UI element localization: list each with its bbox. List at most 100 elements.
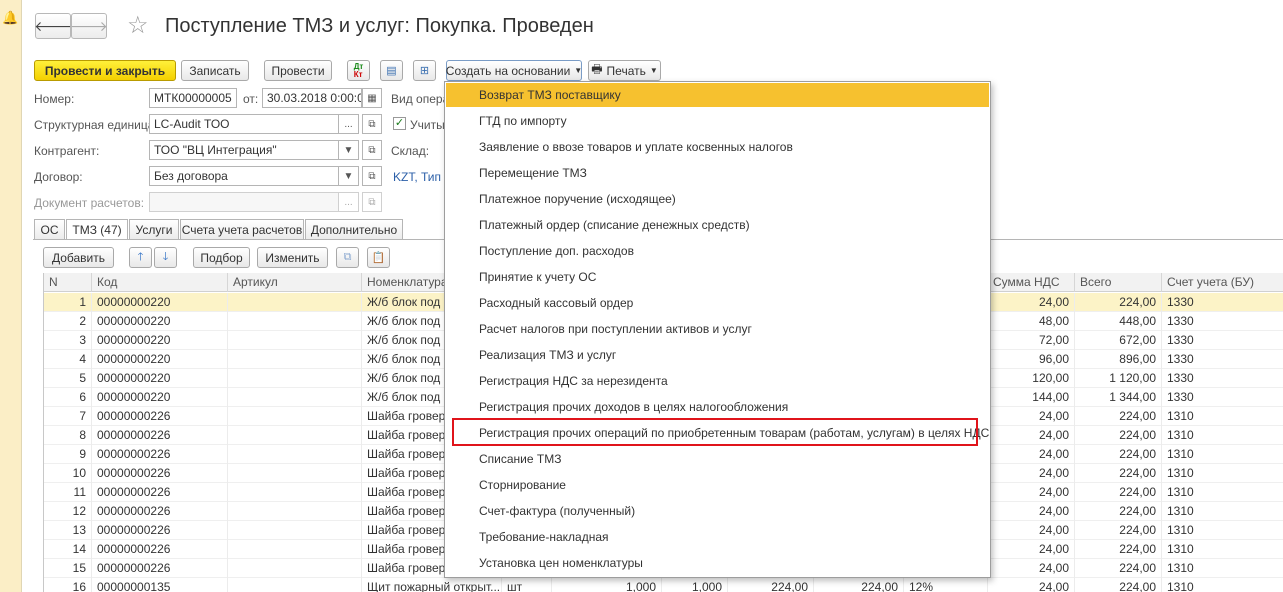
cell-qty2[interactable]: 1,000 — [662, 578, 728, 592]
cell-total[interactable]: 224,00 — [1075, 578, 1162, 592]
print-button[interactable]: 🖶 Печать ▼ — [588, 60, 661, 81]
cell-n[interactable]: 3 — [44, 331, 92, 350]
col-account[interactable]: Счет учета (БУ) — [1162, 273, 1283, 292]
structure-button[interactable]: ⊞ — [413, 60, 436, 81]
cell-n[interactable]: 1 — [44, 293, 92, 312]
number-field[interactable]: МТК00000005 — [149, 88, 237, 108]
cell-sum[interactable]: 224,00 — [814, 578, 904, 592]
menu-item[interactable]: Платежный ордер (списание денежных средс… — [446, 213, 989, 237]
tab-settlement-accounts[interactable]: Счета учета расчетов — [180, 219, 304, 239]
cell-vat[interactable]: 24,00 — [988, 445, 1075, 464]
menu-item[interactable]: Реализация ТМЗ и услуг — [446, 343, 989, 367]
cell-n[interactable]: 12 — [44, 502, 92, 521]
cell-n[interactable]: 11 — [44, 483, 92, 502]
dt-kt-button[interactable]: Дт Кт — [347, 60, 370, 81]
menu-item[interactable]: Расходный кассовый ордер — [446, 291, 989, 315]
tab-additional[interactable]: Дополнительно — [305, 219, 403, 239]
cell-vat[interactable]: 24,00 — [988, 293, 1075, 312]
cell-code[interactable]: 00000000226 — [92, 407, 228, 426]
calendar-button[interactable]: ▦ — [362, 88, 382, 108]
menu-item[interactable]: Возврат ТМЗ поставщику — [446, 83, 989, 107]
cell-article[interactable] — [228, 559, 362, 578]
cell-n[interactable]: 10 — [44, 464, 92, 483]
copy-button[interactable]: ⧉ — [336, 247, 359, 268]
cell-acc[interactable]: 1310 — [1162, 426, 1283, 445]
cell-n[interactable]: 15 — [44, 559, 92, 578]
cell-article[interactable] — [228, 521, 362, 540]
cell-vat[interactable]: 24,00 — [988, 464, 1075, 483]
contract-field[interactable]: Без договора — [149, 166, 339, 186]
cell-code[interactable]: 00000000220 — [92, 312, 228, 331]
cell-total[interactable]: 224,00 — [1075, 464, 1162, 483]
cell-acc[interactable]: 1330 — [1162, 388, 1283, 407]
cell-article[interactable] — [228, 578, 362, 592]
menu-item[interactable]: Регистрация НДС за нерезидента — [446, 369, 989, 393]
cell-vat[interactable]: 24,00 — [988, 407, 1075, 426]
cell-article[interactable] — [228, 293, 362, 312]
tab-tmz[interactable]: ТМЗ (47) — [66, 219, 128, 240]
cell-acc[interactable]: 1330 — [1162, 331, 1283, 350]
cell-article[interactable] — [228, 426, 362, 445]
cell-code[interactable]: 00000000220 — [92, 369, 228, 388]
cell-acc[interactable]: 1330 — [1162, 312, 1283, 331]
unit-open-button[interactable]: ⧉ — [362, 114, 382, 134]
cell-code[interactable]: 00000000226 — [92, 502, 228, 521]
cell-total[interactable]: 224,00 — [1075, 407, 1162, 426]
col-n[interactable]: N — [44, 273, 92, 292]
cell-vat[interactable]: 120,00 — [988, 369, 1075, 388]
cell-rate[interactable]: 12% — [904, 578, 988, 592]
add-button[interactable]: Добавить — [43, 247, 114, 268]
cell-code[interactable]: 00000000220 — [92, 293, 228, 312]
menu-item[interactable]: Перемещение ТМЗ — [446, 161, 989, 185]
cell-acc[interactable]: 1310 — [1162, 464, 1283, 483]
cell-vat[interactable]: 144,00 — [988, 388, 1075, 407]
menu-item[interactable]: Установка цен номенклатуры — [446, 551, 989, 575]
cell-unit[interactable]: шт — [502, 578, 552, 592]
cell-article[interactable] — [228, 312, 362, 331]
cell-acc[interactable]: 1310 — [1162, 540, 1283, 559]
cell-acc[interactable]: 1330 — [1162, 369, 1283, 388]
cell-total[interactable]: 224,00 — [1075, 559, 1162, 578]
cell-article[interactable] — [228, 369, 362, 388]
cell-vat[interactable]: 24,00 — [988, 521, 1075, 540]
cell-article[interactable] — [228, 445, 362, 464]
menu-item[interactable]: Принятие к учету ОС — [446, 265, 989, 289]
cell-article[interactable] — [228, 502, 362, 521]
counterparty-field[interactable]: ТОО "ВЦ Интеграция" — [149, 140, 339, 160]
cell-total[interactable]: 224,00 — [1075, 502, 1162, 521]
cell-vat[interactable]: 96,00 — [988, 350, 1075, 369]
unit-select-button[interactable]: ... — [339, 114, 359, 134]
tab-services[interactable]: Услуги — [129, 219, 179, 239]
cell-n[interactable]: 6 — [44, 388, 92, 407]
counterparty-open-button[interactable]: ⧉ — [362, 140, 382, 160]
cell-name[interactable]: Щит пожарный открыт... — [362, 578, 502, 592]
cell-acc[interactable]: 1310 — [1162, 521, 1283, 540]
cell-acc[interactable]: 1310 — [1162, 445, 1283, 464]
cell-n[interactable]: 9 — [44, 445, 92, 464]
settlement-doc-field[interactable] — [149, 192, 339, 212]
cell-total[interactable]: 672,00 — [1075, 331, 1162, 350]
create-based-on-button[interactable]: Создать на основании ▼ — [446, 60, 582, 81]
cell-vat[interactable]: 24,00 — [988, 540, 1075, 559]
settlement-doc-open-button[interactable]: ⧉ — [362, 192, 382, 212]
col-code[interactable]: Код — [92, 273, 228, 292]
cell-total[interactable]: 896,00 — [1075, 350, 1162, 369]
col-vat-sum[interactable]: Сумма НДС — [988, 273, 1075, 292]
menu-item[interactable]: Платежное поручение (исходящее) — [446, 187, 989, 211]
unit-field[interactable]: LC-Audit ТОО — [149, 114, 339, 134]
menu-item[interactable]: Сторнирование — [446, 473, 989, 497]
bell-icon[interactable]: 🔔 — [2, 10, 18, 26]
move-down-button[interactable]: 🡓 — [154, 247, 177, 268]
cell-qty1[interactable]: 1,000 — [552, 578, 662, 592]
cell-vat[interactable]: 24,00 — [988, 559, 1075, 578]
cell-acc[interactable]: 1310 — [1162, 502, 1283, 521]
menu-item[interactable]: Расчет налогов при поступлении активов и… — [446, 317, 989, 341]
cell-code[interactable]: 00000000226 — [92, 464, 228, 483]
cell-vat[interactable]: 24,00 — [988, 426, 1075, 445]
cell-total[interactable]: 448,00 — [1075, 312, 1162, 331]
change-button[interactable]: Изменить — [257, 247, 328, 268]
consider-checkbox[interactable]: ✓ — [393, 117, 406, 130]
cell-code[interactable]: 00000000226 — [92, 521, 228, 540]
contract-dropdown-button[interactable]: ▼ — [339, 166, 359, 186]
table-row[interactable]: 16 00000000135 Щит пожарный открыт... 24,00… — [44, 578, 1283, 592]
